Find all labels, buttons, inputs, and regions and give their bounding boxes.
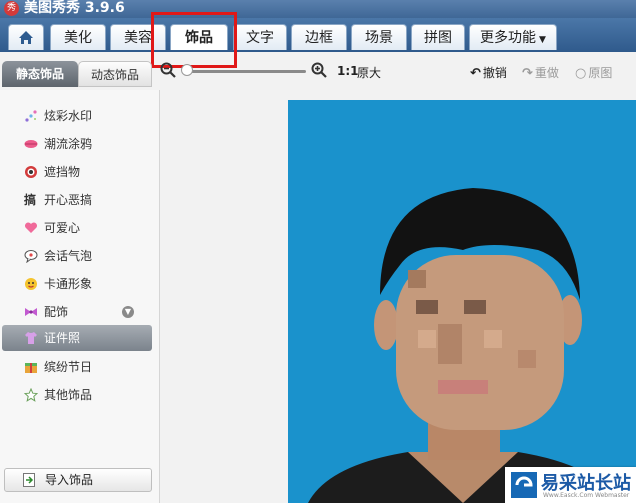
- sparkle-icon: [25, 110, 37, 122]
- zoom-out-icon[interactable]: [160, 62, 176, 78]
- redo-button[interactable]: ↷ 重做: [522, 64, 559, 81]
- cartoon-face-icon: [25, 278, 37, 290]
- category-item-colorful-watermark[interactable]: 炫彩水印: [2, 103, 152, 129]
- home-icon: [19, 31, 33, 44]
- dropdown-arrow-icon: ▼: [539, 35, 546, 45]
- site-logo-icon: [511, 472, 537, 498]
- highlight-box: [151, 12, 237, 68]
- undo-icon: ↶: [470, 66, 481, 81]
- heart-icon: [24, 222, 38, 233]
- app-title: 美图秀秀 3.9.6: [24, 0, 125, 16]
- category-item-cute-heart[interactable]: 可爱心: [2, 215, 152, 241]
- category-item-trendy-graffiti[interactable]: 潮流涂鸦: [2, 131, 152, 157]
- zoom-slider-track[interactable]: [188, 70, 306, 73]
- lips-icon: [24, 140, 38, 148]
- title-bar: 秀 美图秀秀 3.9.6: [0, 0, 636, 18]
- redo-label: 重做: [534, 66, 559, 80]
- category-label: 卡通形象: [44, 277, 93, 291]
- category-label: 其他饰品: [44, 388, 93, 402]
- category-label: 开心恶搞: [44, 193, 93, 207]
- gift-icon: [25, 363, 37, 373]
- app-logo: 秀: [4, 1, 19, 16]
- shirt-icon: [25, 332, 37, 344]
- category-item-cover[interactable]: 遮挡物: [2, 159, 152, 185]
- import-accessory-button[interactable]: 导入饰品: [4, 468, 152, 492]
- category-label: 遮挡物: [44, 165, 81, 179]
- category-item-cartoon[interactable]: 卡通形象: [2, 271, 152, 297]
- site-watermark: 易采站长站 Www.Easck.Com Webmaster: [505, 467, 636, 503]
- mask-icon: [25, 166, 37, 178]
- original-image-button[interactable]: ○ 原图: [575, 64, 612, 81]
- main-tab-bar: 美化 美容 饰品 文字 边框 场景 拼图 更多功能 ▼: [0, 18, 636, 52]
- category-item-other[interactable]: 其他饰品: [2, 382, 152, 408]
- zoom-slider-handle[interactable]: [181, 64, 193, 76]
- category-label: 可爱心: [44, 221, 81, 235]
- category-item-speech-bubble[interactable]: 会话气泡: [2, 243, 152, 269]
- redo-icon: ↷: [522, 66, 533, 81]
- tab-text[interactable]: 文字: [233, 24, 287, 50]
- chevron-down-icon[interactable]: ▼: [122, 306, 134, 318]
- category-label: 会话气泡: [44, 249, 93, 263]
- id-photo[interactable]: [288, 100, 636, 503]
- tab-static-accessories[interactable]: 静态饰品: [2, 61, 78, 87]
- tab-more-label: 更多功能: [480, 30, 537, 46]
- star-icon: [24, 388, 38, 402]
- portrait-image: [288, 100, 636, 503]
- category-item-id-photo[interactable]: 证件照: [2, 325, 152, 351]
- site-url: Www.Easck.Com Webmaster: [543, 492, 630, 499]
- original-image-icon: ○: [575, 66, 587, 81]
- category-label: 潮流涂鸦: [44, 137, 93, 151]
- tab-frame[interactable]: 边框: [291, 24, 347, 50]
- undo-button[interactable]: ↶ 撤销: [470, 64, 507, 81]
- prank-icon: 搞: [24, 193, 37, 207]
- bow-icon: [25, 308, 37, 316]
- original-size-label[interactable]: 原大: [357, 64, 381, 81]
- undo-label: 撤销: [482, 66, 507, 80]
- category-item-festival[interactable]: 缤纷节日: [2, 354, 152, 380]
- category-label: 缤纷节日: [44, 360, 93, 374]
- tab-more-functions[interactable]: 更多功能 ▼: [469, 24, 557, 50]
- tab-beautify[interactable]: 美化: [50, 24, 106, 50]
- category-item-funny-prank[interactable]: 搞 开心恶搞: [2, 187, 152, 213]
- import-file-icon: [23, 473, 35, 487]
- original-image-label: 原图: [588, 66, 613, 80]
- tab-dynamic-accessories[interactable]: 动态饰品: [78, 61, 152, 87]
- home-button[interactable]: [8, 24, 44, 50]
- category-label: 炫彩水印: [44, 109, 93, 123]
- category-item-accessory[interactable]: 配饰 ▼: [2, 299, 152, 325]
- zoom-in-icon[interactable]: [311, 62, 327, 78]
- tab-collage[interactable]: 拼图: [411, 24, 465, 50]
- actual-size-button[interactable]: 1:1: [337, 64, 359, 78]
- speech-bubble-icon: [24, 250, 38, 263]
- category-label: 证件照: [44, 331, 81, 345]
- tab-scene[interactable]: 场景: [351, 24, 407, 50]
- category-label: 配饰: [44, 305, 69, 319]
- import-label: 导入饰品: [45, 473, 94, 487]
